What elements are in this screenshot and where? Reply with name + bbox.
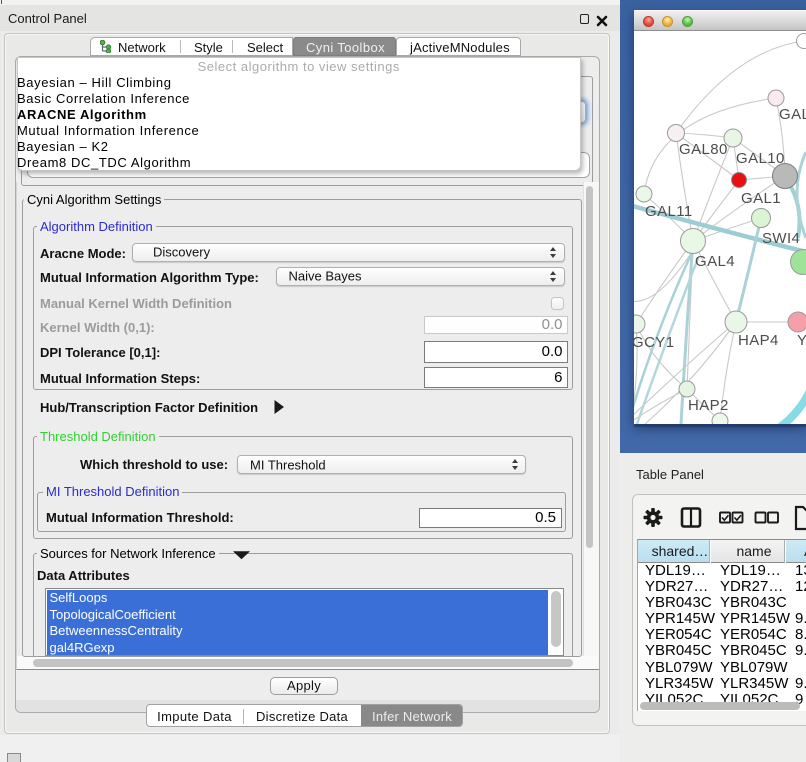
- svg-text:GAL1: GAL1: [741, 190, 781, 207]
- svg-text:GAL: GAL: [779, 106, 806, 123]
- svg-text:HAP4: HAP4: [738, 332, 779, 349]
- svg-text:GCY1: GCY1: [634, 334, 674, 351]
- svg-text:GAL11: GAL11: [645, 203, 693, 220]
- svg-text:HAP2: HAP2: [688, 397, 729, 414]
- svg-text:Y: Y: [797, 332, 806, 349]
- svg-text:GAL80: GAL80: [679, 141, 728, 158]
- svg-text:GAL10: GAL10: [736, 150, 785, 167]
- svg-text:GAL4: GAL4: [695, 253, 735, 270]
- svg-text:SWI4: SWI4: [762, 230, 800, 247]
